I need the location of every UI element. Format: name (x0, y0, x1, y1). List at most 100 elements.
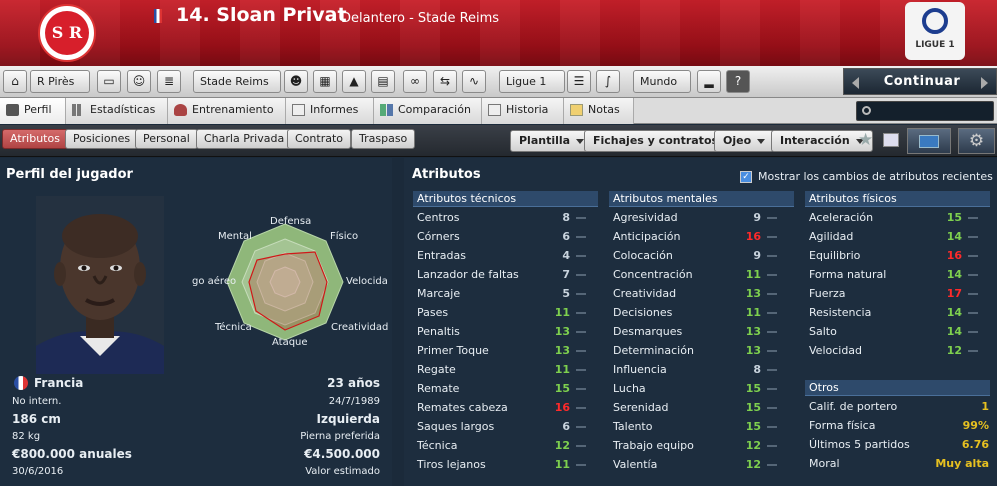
attribute-row: Saques largos 6 (417, 417, 602, 436)
tactics-icon[interactable]: ▦ (313, 70, 337, 93)
estimated-value-label: Valor estimado (305, 466, 380, 477)
attribute-value: Muy alta (935, 457, 989, 470)
trend-dash-icon (576, 236, 586, 238)
radar-label-mental: Mental (218, 231, 252, 242)
attribute-value: 13 (554, 325, 570, 338)
attribute-name: Saques largos (417, 420, 495, 433)
trend-dash-icon (576, 388, 586, 390)
continue-button[interactable]: Continuar (843, 68, 997, 95)
trend-dash-icon (968, 350, 978, 352)
tab-label: Historia (506, 103, 549, 116)
header-bar: S R 14. Sloan Privat Delantero - Stade R… (0, 0, 997, 66)
home-icon[interactable]: ⌂ (3, 70, 27, 93)
scouting-icon[interactable]: ∞ (403, 70, 427, 93)
trend-dash-icon (968, 293, 978, 295)
tab-label: Notas (588, 103, 620, 116)
inbox-icon[interactable]: ▭ (97, 70, 121, 93)
tab-notas[interactable]: Notas (564, 98, 634, 124)
screen-icon (919, 135, 939, 148)
attribute-row: Moral Muy alta (809, 454, 994, 473)
attribute-row: Entradas 4 (417, 246, 602, 265)
settings-gear-icon[interactable]: ⚙ (958, 128, 995, 154)
stats-icon[interactable]: ∿ (462, 70, 486, 93)
transfers-icon[interactable]: ⇆ (433, 70, 457, 93)
world-dropdown[interactable]: Mundo (633, 70, 691, 106)
continue-back-icon[interactable] (852, 77, 859, 89)
trend-dash-icon (767, 388, 777, 390)
show-changes-checkbox[interactable]: ✓ (740, 171, 752, 183)
attribute-value: 15 (745, 401, 761, 414)
attribute-row: Desmarques 13 (613, 322, 798, 341)
subtab-personal[interactable]: Personal (135, 129, 198, 149)
profile-title: Perfil del jugador (6, 167, 133, 182)
attribute-value: 12 (745, 458, 761, 471)
attribute-row: Decisiones 11 (613, 303, 798, 322)
trend-dash-icon (767, 255, 777, 257)
attribute-value: 11 (554, 363, 570, 376)
scouting-dropdown[interactable]: Ojeo (714, 130, 775, 152)
view-toggle-button[interactable] (907, 128, 951, 154)
attribute-value: 15 (554, 382, 570, 395)
trend-dash-icon (576, 331, 586, 333)
office-icon[interactable]: ▂ (697, 70, 721, 93)
league-dropdown[interactable]: Ligue 1 (499, 70, 565, 106)
search-input[interactable] (856, 101, 994, 121)
fixtures-icon[interactable]: ▤ (371, 70, 395, 93)
trend-dash-icon (767, 236, 777, 238)
subtab-traspaso[interactable]: Traspaso (351, 129, 416, 149)
trend-dash-icon (576, 217, 586, 219)
dropdown-label: Interacción (780, 134, 850, 147)
subtab-atributos[interactable]: Atributos (2, 129, 68, 149)
notes-add-icon[interactable] (883, 133, 899, 147)
attribute-name: Calif. de portero (809, 400, 898, 413)
player-tabs: Perfil Estadísticas Entrenamiento Inform… (0, 98, 997, 124)
attribute-name: Salto (809, 325, 837, 338)
attribute-radar-chart: Defensa Físico Velocida Creatividad Ataq… (190, 212, 390, 352)
subtab-charla-privada[interactable]: Charla Privada (196, 129, 293, 149)
notes-icon[interactable]: ≣ (157, 70, 181, 93)
competition-icon[interactable]: ∫ (596, 70, 620, 93)
attribute-row: Pases 11 (417, 303, 602, 322)
tab-historia[interactable]: Historia (482, 98, 564, 124)
tab-comparacion[interactable]: Comparación (374, 98, 482, 124)
attribute-value: 6 (562, 230, 570, 243)
stats-bars-icon (72, 104, 85, 116)
attribute-name: Valentía (613, 458, 658, 471)
continue-forward-icon[interactable] (981, 77, 988, 89)
staff-search-icon[interactable]: ☺ (127, 70, 151, 93)
subtab-contrato[interactable]: Contrato (287, 129, 352, 149)
tab-perfil[interactable]: Perfil (0, 98, 66, 124)
attribute-value: 4 (562, 249, 570, 262)
league-label: Ligue 1 (506, 75, 547, 88)
table-icon[interactable]: ☰ (567, 70, 591, 93)
attribute-value: 13 (745, 287, 761, 300)
ligue1-logo-text: LIGUE 1 (915, 40, 955, 50)
player-subtitle: Delantero - Stade Reims (341, 11, 500, 26)
manager-label: R Pirès (37, 75, 75, 88)
player-height: 186 cm (12, 412, 61, 426)
attribute-row: Equilibrio 16 (809, 246, 994, 265)
squad-icon[interactable]: ☻ (284, 70, 308, 93)
star-shortlist-icon[interactable]: ★ (858, 130, 873, 150)
tab-informes[interactable]: Informes (286, 98, 374, 124)
trend-dash-icon (767, 312, 777, 314)
tab-estadisticas[interactable]: Estadísticas (66, 98, 168, 124)
ligue1-logo: LIGUE 1 (905, 2, 965, 60)
attribute-row: Regate 11 (417, 360, 602, 379)
dropdown-label: Fichajes y contratos (593, 134, 719, 147)
tab-entrenamiento[interactable]: Entrenamiento (168, 98, 286, 124)
subtab-posiciones[interactable]: Posiciones (65, 129, 139, 149)
attribute-name: Tiros lejanos (417, 458, 486, 471)
radar-label-juego-aereo: go aéreo (192, 276, 237, 287)
trend-dash-icon (767, 293, 777, 295)
attribute-row: Técnica 12 (417, 436, 602, 455)
club-dropdown[interactable]: Stade Reims (193, 70, 281, 106)
training-icon[interactable]: ▲ (342, 70, 366, 93)
others-header: Otros (805, 380, 990, 396)
chevron-down-icon (757, 138, 766, 144)
help-icon[interactable]: ? (726, 70, 750, 93)
manager-dropdown[interactable]: R Pirès (30, 70, 90, 106)
squad-dropdown[interactable]: Plantilla (510, 130, 594, 152)
attribute-value: 11 (745, 268, 761, 281)
attribute-value: 15 (745, 382, 761, 395)
